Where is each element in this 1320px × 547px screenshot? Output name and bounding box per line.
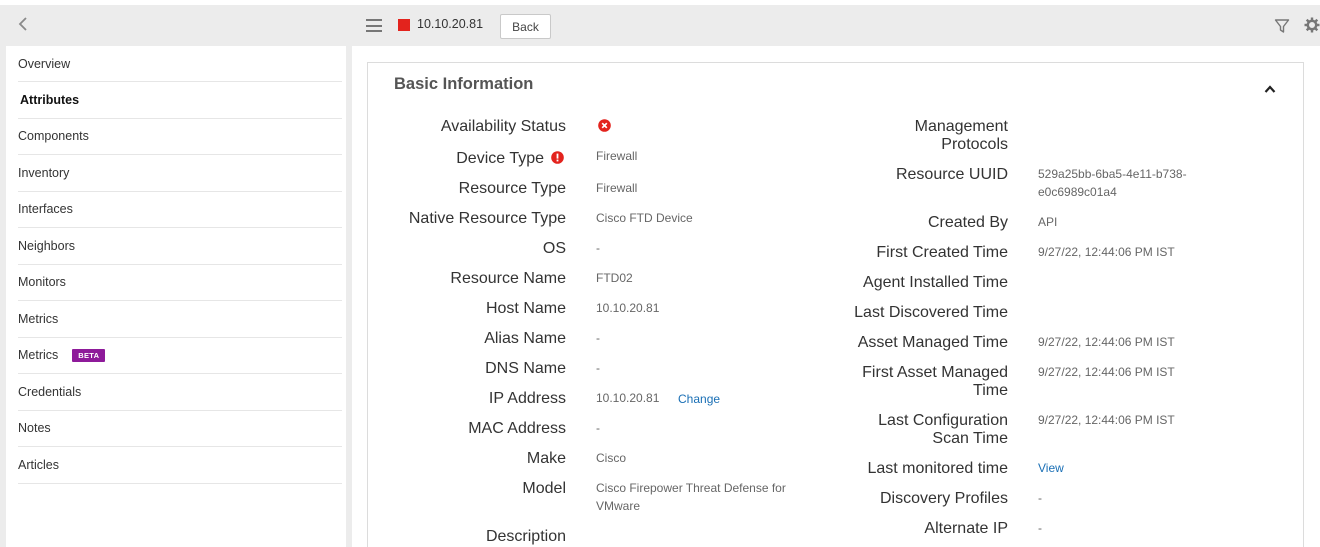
field-value: Firewall — [596, 149, 638, 163]
sidebar-item-metrics-beta[interactable]: Metrics BETA — [18, 338, 342, 374]
field-label: DNS Name — [485, 360, 566, 377]
field-label: Make — [526, 450, 566, 467]
sidebar-item-label: Attributes — [20, 92, 80, 107]
field-label: Agent Installed Time — [863, 274, 1008, 291]
field-label: Device Type — [456, 150, 544, 167]
sidebar-item-label: Interfaces — [18, 202, 73, 217]
menu-icon[interactable] — [366, 19, 382, 32]
sidebar-item-label: Metrics — [18, 348, 59, 363]
error-status-icon — [598, 119, 611, 132]
panel-title: Basic Information — [394, 75, 534, 93]
field-value: - — [596, 361, 600, 375]
sidebar-item-attributes[interactable]: Attributes — [18, 82, 342, 119]
field-label: First Created Time — [876, 244, 1008, 261]
field-value: - — [1038, 521, 1042, 535]
chevron-up-icon[interactable] — [1264, 81, 1276, 93]
basic-information-panel: Basic Information Availability Status De… — [367, 62, 1304, 547]
field-label: Management — [914, 118, 1008, 135]
field-value: e0c6989c01a4 — [1038, 185, 1117, 199]
field-label: Alias Name — [484, 330, 566, 347]
toolbar: 10.10.20.81 Back — [352, 6, 1320, 46]
field-label: Last Configuration — [878, 412, 1008, 429]
field-value: API — [1038, 215, 1058, 229]
field-label: Model — [522, 480, 566, 497]
sidebar-item-label: Metrics — [18, 311, 59, 326]
field-label: Host Name — [485, 300, 566, 317]
field-label: First Asset Managed — [862, 364, 1008, 381]
field-label: Protocols — [941, 136, 1008, 153]
main-content: 10.10.20.81 Back Basic Information Avail… — [352, 6, 1320, 547]
beta-badge: BETA — [72, 348, 106, 362]
sidebar-item-articles[interactable]: Articles — [18, 447, 342, 484]
field-label: Availability Status — [440, 118, 566, 135]
sidebar-item-overview[interactable]: Overview — [18, 46, 342, 82]
status-indicator — [398, 19, 410, 31]
field-label: Last Discovered Time — [854, 304, 1008, 321]
filter-icon[interactable] — [1274, 18, 1290, 34]
sidebar-item-label: Overview — [18, 56, 71, 71]
top-strip — [0, 0, 1320, 5]
sidebar-nav: Overview Attributes Components Inventory… — [6, 46, 346, 484]
field-value: 9/27/22, 12:44:06 PM IST — [1038, 413, 1175, 427]
sidebar-item-metrics[interactable]: Metrics — [18, 301, 342, 338]
sidebar-item-components[interactable]: Components — [18, 119, 342, 155]
sidebar-item-label: Notes — [18, 421, 51, 436]
field-label: IP Address — [488, 390, 566, 407]
field-value: Cisco Firepower Threat Defense for — [596, 481, 786, 495]
field-label: OS — [542, 240, 566, 257]
field-label: Last monitored time — [867, 460, 1008, 477]
sidebar-item-notes[interactable]: Notes — [18, 411, 342, 447]
resource-title: 10.10.20.81 — [417, 17, 484, 31]
field-value: 9/27/22, 12:44:06 PM IST — [1038, 365, 1175, 379]
field-value: Cisco — [596, 451, 627, 465]
change-ip-link[interactable]: Change — [678, 390, 720, 408]
field-label: Description — [485, 528, 566, 545]
field-value: 9/27/22, 12:44:06 PM IST — [1038, 335, 1175, 349]
back-button[interactable]: Back — [500, 14, 551, 39]
field-label: Resource UUID — [895, 166, 1008, 183]
field-label: Created By — [927, 214, 1008, 231]
field-value: Firewall — [596, 181, 638, 195]
sidebar-item-inventory[interactable]: Inventory — [18, 155, 342, 192]
field-value: - — [596, 421, 600, 435]
field-value: - — [596, 331, 600, 345]
field-value: FTD02 — [596, 271, 633, 285]
sidebar-item-label: Credentials — [18, 384, 82, 399]
field-label: Time — [973, 382, 1008, 399]
field-value: 529a25bb-6ba5-4e11-b738- — [1038, 167, 1187, 181]
sidebar-item-monitors[interactable]: Monitors — [18, 265, 342, 301]
sidebar-item-interfaces[interactable]: Interfaces — [18, 192, 342, 228]
sidebar-item-label: Neighbors — [18, 238, 75, 253]
field-value: 9/27/22, 12:44:06 PM IST — [1038, 245, 1175, 259]
sidebar-item-neighbors[interactable]: Neighbors — [18, 228, 342, 265]
sidebar-item-label: Inventory — [18, 165, 70, 180]
sidebar-item-label: Components — [18, 129, 89, 144]
field-value: Cisco FTD Device — [596, 211, 693, 225]
gear-icon[interactable] — [1304, 17, 1320, 33]
field-value: 10.10.20.81 — [596, 301, 660, 315]
chevron-left-icon[interactable] — [18, 16, 32, 34]
view-monitored-link[interactable]: View — [1038, 459, 1064, 477]
sidebar: Overview Attributes Components Inventory… — [6, 6, 346, 547]
field-label: Asset Managed Time — [857, 334, 1008, 351]
field-label: Alternate IP — [924, 520, 1008, 537]
field-label: Discovery Profiles — [879, 490, 1008, 507]
field-label: MAC Address — [468, 420, 566, 437]
field-label: Resource Name — [450, 270, 566, 287]
field-label: Scan Time — [932, 430, 1008, 447]
sidebar-item-label: Monitors — [18, 275, 66, 290]
field-label: Native Resource Type — [408, 210, 566, 227]
field-label: Resource Type — [458, 180, 566, 197]
field-value: VMware — [596, 499, 641, 513]
field-value: 10.10.20.81 — [596, 391, 660, 405]
field-value: - — [1038, 491, 1042, 505]
sidebar-item-label: Articles — [18, 457, 59, 472]
app-root: Overview Attributes Components Inventory… — [0, 0, 1320, 547]
field-value: - — [596, 241, 600, 255]
sidebar-item-credentials[interactable]: Credentials — [18, 374, 342, 411]
info-alert-icon[interactable] — [551, 151, 564, 164]
sidebar-header — [6, 6, 346, 46]
